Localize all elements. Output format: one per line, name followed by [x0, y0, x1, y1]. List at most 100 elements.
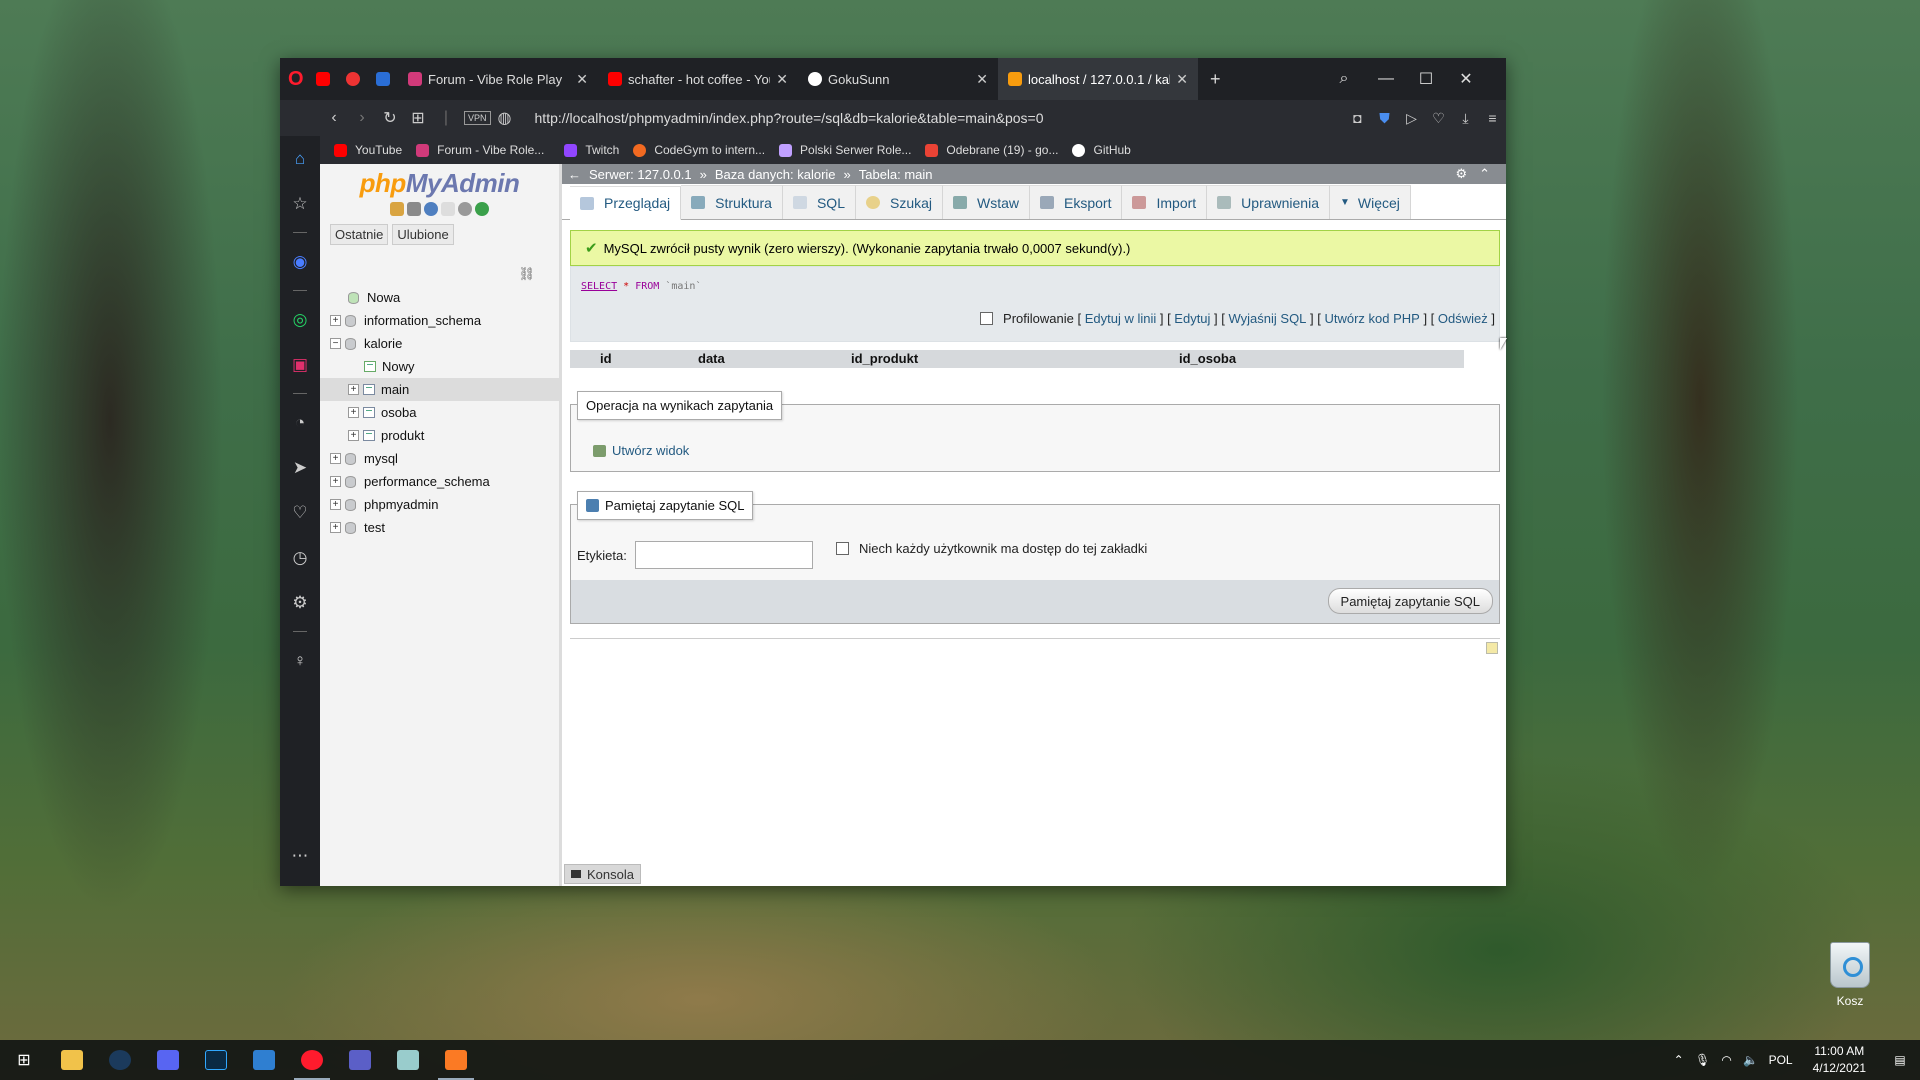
flow-send-icon[interactable]: ▷ — [1398, 110, 1425, 127]
star-icon[interactable]: ☆ — [280, 181, 320, 226]
maximize-button[interactable]: ☐ — [1406, 58, 1446, 100]
breadcrumb-database[interactable]: Baza danych: kalorie — [715, 167, 836, 182]
steam-icon[interactable] — [96, 1040, 144, 1080]
tree-item-kalorie[interactable]: − kalorie — [320, 332, 559, 355]
tab-more[interactable]: ▼ Więcej — [1330, 185, 1411, 219]
chevron-up-icon[interactable]: ⌃ — [1667, 1053, 1691, 1067]
column-header[interactable]: id_osoba — [1179, 351, 1236, 366]
shield-icon[interactable]: ⛊ — [1371, 110, 1398, 127]
close-tab-icon[interactable]: ✕ — [976, 71, 988, 88]
create-view-link[interactable]: Utwórz widok — [593, 443, 689, 458]
xampp-icon[interactable] — [432, 1040, 480, 1080]
expand-icon[interactable]: + — [348, 407, 359, 418]
tree-item-mysql[interactable]: + mysql — [320, 447, 559, 470]
breadcrumb-server[interactable]: Serwer: 127.0.0.1 — [589, 167, 692, 182]
help-icon[interactable] — [424, 202, 438, 216]
language-indicator[interactable]: POL — [1763, 1053, 1799, 1067]
recycle-bin[interactable]: Kosz — [1822, 942, 1878, 1008]
edit-link[interactable]: Edytuj — [1174, 311, 1210, 326]
docs-icon[interactable] — [441, 202, 455, 216]
bookmark-label-input[interactable] — [634, 541, 813, 569]
player-icon[interactable]: ◔ — [280, 400, 320, 445]
notifications-icon[interactable]: ▤ — [1880, 1053, 1920, 1067]
inline-edit-link[interactable]: Edytuj w linii — [1085, 311, 1157, 326]
explain-sql-link[interactable]: Wyjaśnij SQL — [1229, 311, 1307, 326]
more-icon[interactable]: ⋯ — [280, 833, 320, 878]
opera-menu-icon[interactable]: O — [280, 58, 308, 100]
page-settings-icon[interactable]: ⚙ — [1455, 166, 1467, 182]
collapse-top-icon[interactable]: ⌃ — [1479, 166, 1490, 182]
tree-item-new-table[interactable]: Nowy — [320, 355, 559, 378]
reload-nav-icon[interactable] — [475, 202, 489, 216]
close-tab-icon[interactable]: ✕ — [1176, 71, 1188, 88]
whatsapp-icon[interactable]: ◎ — [280, 297, 320, 342]
file-explorer-icon[interactable] — [48, 1040, 96, 1080]
tab-forum[interactable]: Forum - Vibe Role Play ✕ — [398, 58, 598, 100]
recent-tab[interactable]: Ostatnie — [330, 224, 389, 245]
microphone-icon[interactable]: 🎙 — [1691, 1053, 1715, 1067]
vscode-icon[interactable] — [240, 1040, 288, 1080]
vpn-badge[interactable]: VPN — [464, 111, 491, 125]
tab-import[interactable]: Import — [1122, 185, 1208, 219]
snapshot-icon[interactable]: ◘ — [1344, 110, 1371, 126]
link-with-main-icon[interactable]: ⛓ — [518, 266, 535, 282]
tab-insert[interactable]: Wstaw — [943, 185, 1031, 219]
tree-item-performance-schema[interactable]: + performance_schema — [320, 470, 559, 493]
new-tab-button[interactable]: + — [1198, 58, 1233, 100]
refresh-link[interactable]: Odśwież — [1438, 311, 1488, 326]
instagram-icon[interactable]: ▣ — [280, 342, 320, 387]
expand-icon[interactable]: + — [330, 522, 341, 533]
expand-icon[interactable]: + — [330, 499, 341, 510]
home-icon[interactable] — [390, 202, 404, 216]
bookmark-codegym[interactable]: CodeGym to intern... — [633, 143, 765, 157]
easy-setup-icon[interactable]: ≡ — [1479, 110, 1506, 126]
tab-browse[interactable]: Przeglądaj — [570, 186, 682, 220]
profiling-checkbox[interactable] — [980, 312, 994, 325]
pinned-tab-paypal[interactable] — [368, 58, 398, 100]
heart-icon[interactable]: ♡ — [280, 490, 320, 535]
photoshop-icon[interactable] — [192, 1040, 240, 1080]
expand-icon[interactable]: + — [348, 384, 359, 395]
favorites-tab[interactable]: Ulubione — [392, 224, 454, 245]
tab-youtube[interactable]: schafter - hot coffee - YouT ✕ — [598, 58, 798, 100]
url-field[interactable]: http://localhost/phpmyadmin/index.php?ro… — [535, 110, 1044, 126]
bookmark-gmail[interactable]: Odebrane (19) - go... — [925, 143, 1058, 157]
minimize-button[interactable]: — — [1366, 58, 1406, 100]
create-php-code-link[interactable]: Utwórz kod PHP — [1324, 311, 1419, 326]
tree-item-new-db[interactable]: Nowa — [320, 286, 559, 309]
column-header[interactable]: id — [600, 351, 612, 366]
close-window-button[interactable]: ✕ — [1446, 58, 1486, 100]
expand-icon[interactable]: + — [330, 476, 341, 487]
back-icon[interactable]: ‹ — [320, 109, 348, 127]
tree-item-test[interactable]: + test — [320, 516, 559, 539]
close-tab-icon[interactable]: ✕ — [776, 71, 788, 88]
tips-bulb-icon[interactable]: ♀ — [280, 638, 320, 683]
settings-gear-icon[interactable]: ⚙ — [280, 580, 320, 625]
bookmark-polski-serwer[interactable]: Polski Serwer Role... — [779, 143, 911, 157]
start-icon[interactable]: ⊞ — [0, 1040, 48, 1080]
bookmark-youtube[interactable]: YouTube — [334, 143, 402, 157]
tab-privileges[interactable]: Uprawnienia — [1207, 185, 1330, 219]
bookmark-github[interactable]: GitHub — [1072, 143, 1131, 157]
settings-icon[interactable] — [458, 202, 472, 216]
send-icon[interactable]: ➤ — [280, 445, 320, 490]
tab-phpmyadmin[interactable]: localhost / 127.0.0.1 / kalor ✕ — [998, 58, 1198, 100]
messenger-icon[interactable]: ◉ — [280, 239, 320, 284]
history-icon[interactable]: ◷ — [280, 535, 320, 580]
close-tab-icon[interactable]: ✕ — [576, 71, 588, 88]
volume-icon[interactable]: 🔈 — [1739, 1053, 1763, 1067]
sticky-note-icon[interactable] — [1486, 642, 1498, 654]
bookmark-twitch[interactable]: Twitch — [564, 143, 619, 157]
column-header[interactable]: data — [698, 351, 725, 366]
search-tabs-icon[interactable]: ⌕ — [1324, 58, 1364, 100]
clock[interactable]: 11:00 AM 4/12/2021 — [1813, 1043, 1866, 1077]
wifi-icon[interactable]: ◠ — [1715, 1053, 1739, 1067]
bookmark-forum[interactable]: Forum - Vibe Role... — [416, 143, 544, 157]
tab-search[interactable]: Szukaj — [855, 185, 944, 219]
tab-structure[interactable]: Struktura — [681, 185, 783, 219]
reload-icon[interactable]: ↻ — [376, 108, 404, 128]
shared-bookmark-checkbox[interactable] — [836, 542, 849, 555]
tab-sql[interactable]: SQL — [782, 185, 856, 219]
expand-icon[interactable]: + — [330, 315, 341, 326]
logout-icon[interactable] — [407, 202, 421, 216]
